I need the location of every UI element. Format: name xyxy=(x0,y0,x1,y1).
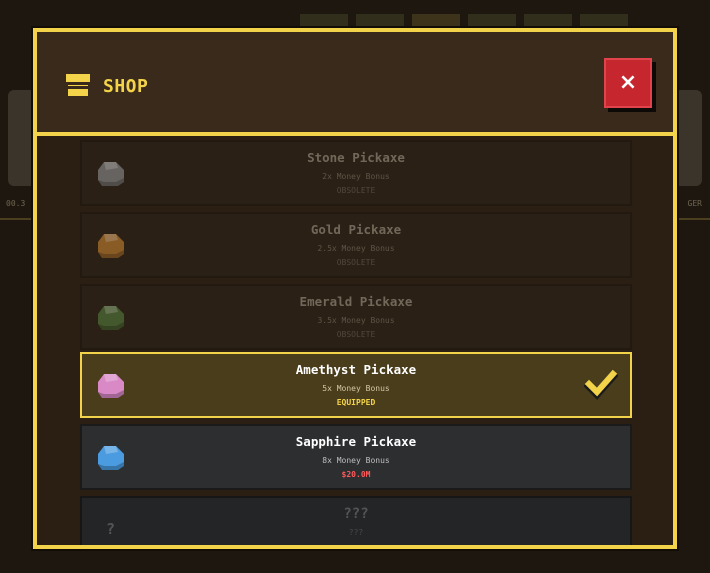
pickaxe-bonus: ??? xyxy=(348,528,364,537)
shop-title: SHOP xyxy=(103,76,149,97)
pickaxe-item[interactable]: Emerald Pickaxe 3.5x Money Bonus OBSOLET… xyxy=(80,284,632,350)
pickaxe-bonus: 3.5x Money Bonus xyxy=(317,316,395,325)
background-label-left: 00.3 xyxy=(6,199,26,208)
shop-modal: SHOP × Stone Pickaxe 2x Money Bonus OBSO… xyxy=(33,28,677,549)
pickaxe-item[interactable]: Sapphire Pickaxe 8x Money Bonus $20.0M xyxy=(80,424,632,490)
background-card-left xyxy=(8,90,36,186)
pickaxe-item[interactable]: Stone Pickaxe 2x Money Bonus OBSOLETE xyxy=(80,140,632,206)
pickaxe-item[interactable]: Gold Pickaxe 2.5x Money Bonus OBSOLETE xyxy=(80,212,632,278)
pickaxe-name: Gold Pickaxe xyxy=(310,222,402,237)
pickaxe-list[interactable]: Stone Pickaxe 2x Money Bonus OBSOLETE Go… xyxy=(37,136,673,545)
checkmark-icon xyxy=(584,369,618,400)
pickaxe-name: Stone Pickaxe xyxy=(307,150,405,165)
background-card-right xyxy=(674,90,702,186)
close-button[interactable]: × xyxy=(604,58,652,108)
pickaxe-bonus: 5x Money Bonus xyxy=(322,384,390,393)
pickaxe-name: Sapphire Pickaxe xyxy=(295,434,417,449)
pickaxe-item[interactable]: ???? ??? xyxy=(80,496,632,545)
pickaxe-status: $20.0M xyxy=(341,470,371,479)
close-icon: × xyxy=(618,70,638,95)
pickaxe-status: EQUIPPED xyxy=(336,398,376,407)
pickaxe-status: OBSOLETE xyxy=(336,330,376,339)
pickaxe-name: Amethyst Pickaxe xyxy=(295,362,417,377)
pickaxe-name: ??? xyxy=(343,506,369,522)
pickaxe-bonus: 2.5x Money Bonus xyxy=(317,244,395,253)
pickaxe-bonus: 2x Money Bonus xyxy=(322,172,390,181)
pickaxe-bonus: 8x Money Bonus xyxy=(322,456,390,465)
pickaxe-item[interactable]: Amethyst Pickaxe 5x Money Bonus EQUIPPED xyxy=(80,352,632,418)
background-label-right: GER xyxy=(687,199,702,208)
pickaxe-name: Emerald Pickaxe xyxy=(299,294,413,309)
pickaxe-status: OBSOLETE xyxy=(336,186,376,195)
pickaxe-status: OBSOLETE xyxy=(336,258,376,267)
store-icon xyxy=(66,74,90,96)
shop-header: SHOP × xyxy=(37,32,673,136)
